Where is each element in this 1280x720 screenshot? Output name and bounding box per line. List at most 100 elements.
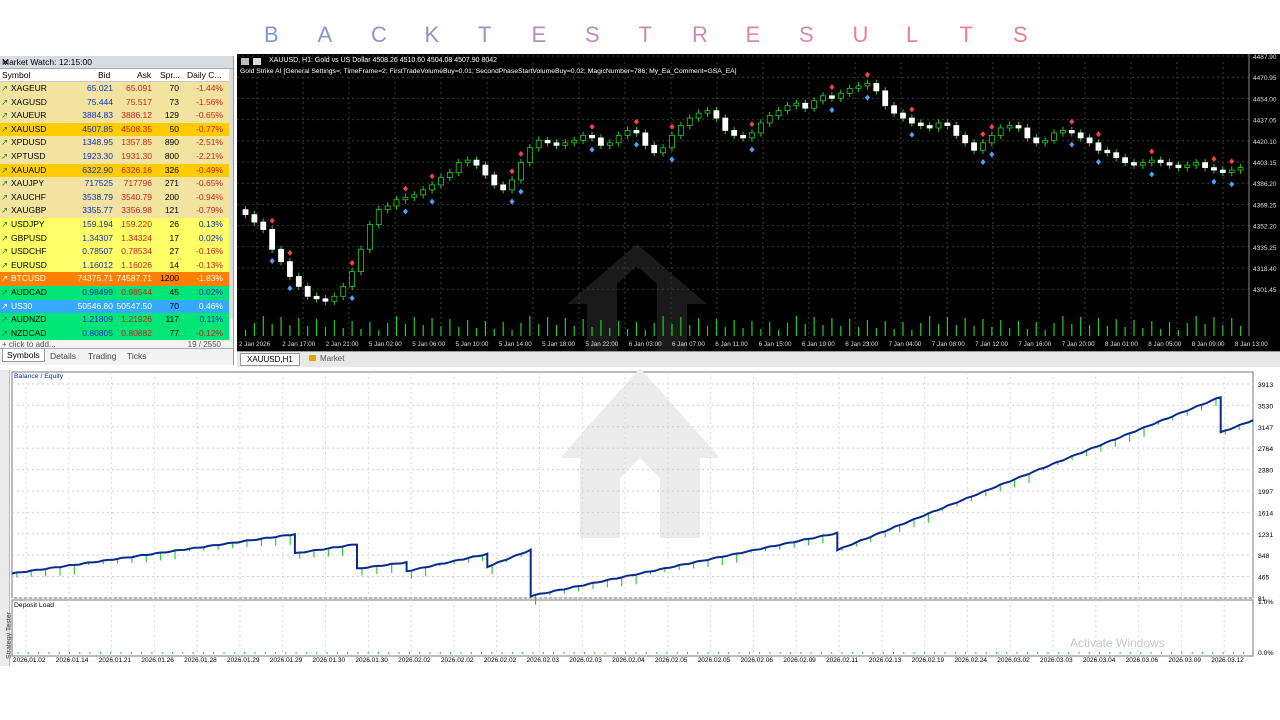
header-spread[interactable]: Spr... (160, 70, 180, 80)
trend-arrow-icon: ↗ (1, 164, 9, 175)
trend-arrow-icon: ↗ (1, 205, 9, 216)
spread: 129 (164, 110, 179, 121)
candle (793, 102, 800, 107)
tab-xauusd-h1[interactable]: XAUUSD,H1 (240, 353, 300, 366)
daily-change: -1.83% (196, 273, 223, 284)
ask-price: 75.517 (126, 96, 152, 107)
market-watch-row[interactable]: ↗ GBPUSD 1.34307 1.34324 17 0.02% (0, 231, 229, 246)
market-watch-row[interactable]: ↗ XAUCHF 3538.79 3540.79 200 -0.94% (0, 190, 229, 205)
bid-price: 65.021 (87, 83, 113, 93)
candle (624, 130, 631, 136)
header-bid[interactable]: Bid (98, 70, 110, 80)
daily-change: -0.79% (196, 205, 223, 216)
price-chart[interactable]: 4487.90 4470.95 4454.00 4437.05 4420.10 4403.… (237, 54, 1280, 351)
market-watch-row[interactable]: ↗ USDCHF 0.78507 0.78534 27 -0.16% (0, 245, 229, 259)
candle (260, 221, 267, 230)
candle (1211, 167, 1217, 171)
trend-arrow-icon: ↗ (1, 246, 9, 257)
candle (820, 95, 826, 102)
trade-marker-icon (1229, 158, 1235, 165)
candle (1113, 152, 1120, 159)
header-ask[interactable]: Ask (137, 70, 151, 80)
symbol-name: AUDNZD (11, 314, 47, 325)
candle (1024, 127, 1031, 139)
candle (269, 229, 276, 250)
market-watch-row[interactable]: ↗ XAUUSD 4507.85 4508.35 50 -0.77% (0, 122, 229, 137)
spread: 200 (164, 191, 179, 202)
symbol-name: AUDCAD (11, 287, 47, 297)
header-symbol[interactable]: Symbol (2, 70, 30, 80)
candlestick-chart[interactable]: 4487.90 4470.95 4454.00 4437.05 4420.10 4403.… (237, 54, 1280, 351)
market-watch-row[interactable]: ↗ EURUSD 1.16012 1.16026 14 -0.13% (0, 258, 229, 273)
candle (1219, 169, 1226, 173)
balance-equity-label: Balance / Equity (14, 373, 64, 380)
trade-marker-icon (1211, 155, 1217, 162)
date-axis-label: 2026.02.05 (655, 657, 688, 664)
banner-letter: L (906, 22, 919, 47)
balance-axis-label: 3530 (1258, 403, 1273, 410)
trade-marker-icon (349, 295, 355, 302)
market-watch-row[interactable]: ↗ XAGUSD 75.444 75.517 73 -1.56% (0, 95, 229, 110)
tab-details[interactable]: Details (50, 351, 76, 361)
market-watch-row[interactable]: ↗ XAUEUR 3884.83 3886.12 129 -0.65% (0, 109, 229, 123)
market-watch-row[interactable]: ↗ USDJPY 159.194 159.220 26 0.13% (0, 218, 229, 232)
market-watch-row[interactable]: ↗ XAUJPY 717525 717796 271 -0.65% (0, 177, 229, 191)
daily-change: 0.02% (198, 287, 223, 297)
candle (1131, 162, 1137, 166)
time-axis-label: 8 Jan 09:00 (1192, 341, 1225, 348)
time-axis-label: 6 Jan 23:00 (845, 341, 878, 348)
trend-arrow-icon: ↗ (1, 191, 9, 202)
symbol-name: XAGEUR (11, 83, 47, 93)
symbol-name: EURUSD (11, 259, 47, 270)
market-watch-row[interactable]: ↗ XPDUSD 1348.95 1357.85 890 -2.51% (0, 136, 229, 150)
tab-ticks[interactable]: Ticks (127, 351, 147, 361)
bid-price: 4507.85 (82, 123, 113, 134)
tester-sidebar[interactable]: Strategy Tester (0, 370, 13, 666)
market-watch-row[interactable]: ↗ AUDNZD 1.21809 1.21926 117 0.11% (0, 313, 229, 327)
candle (846, 87, 853, 94)
symbol-name: NZDCAD (11, 327, 47, 338)
ask-price: 0.98544 (121, 287, 152, 297)
market-watch-row[interactable]: ↗ AUDCAD 0.98499 0.98544 45 0.02% (0, 286, 229, 300)
candle (606, 142, 613, 146)
market-watch-row[interactable]: ↗ XAUAUD 6322.90 6326.16 326 -0.49% (0, 163, 229, 178)
market-watch-tabs: Symbols Details Trading Ticks (0, 348, 233, 363)
bid-price: 74375.71 (77, 273, 113, 284)
trend-arrow-icon: ↗ (1, 287, 9, 297)
balance-equity-chart[interactable]: 3913353031472764238019971614123184846581… (0, 368, 1280, 668)
market-watch-row[interactable]: ↗ XAGEUR 65.021 65.091 70 -1.44% (0, 82, 229, 96)
trade-marker-icon (1069, 141, 1075, 148)
header-daily-change[interactable]: Daily C... (187, 70, 221, 80)
market-watch-row[interactable]: ↗ BTCUSD 74375.71 74587.71 1200 -1.83% (0, 272, 229, 286)
date-axis-label: 2026.03.09 (1168, 657, 1201, 664)
candle (802, 102, 809, 109)
balance-axis-label: 3913 (1258, 382, 1273, 389)
candle (500, 184, 507, 191)
tester-graph[interactable]: 3913 3530 3147 2764 2380 1997 1614 1231 848 465 81… (0, 368, 1280, 668)
market-watch-row[interactable]: ↗ XAUGBP 3355.77 3356.98 121 -0.79% (0, 204, 229, 218)
trade-marker-icon (989, 123, 995, 130)
candle (917, 122, 924, 126)
ask-price: 1.21926 (121, 314, 152, 325)
market-watch-row[interactable]: ↗ NZDCAD 0.80805 0.80882 77 -0.12% (0, 326, 229, 341)
daily-change: -0.94% (196, 191, 223, 202)
spread: 70 (169, 83, 179, 93)
candle (242, 209, 249, 216)
daily-change: 0.02% (198, 232, 223, 243)
trend-arrow-icon: ↗ (1, 137, 9, 148)
date-axis-label: 2026.01.30 (355, 657, 388, 664)
tab-market[interactable]: Market (309, 354, 344, 363)
candle (784, 105, 791, 112)
tab-trading[interactable]: Trading (88, 351, 117, 361)
scrollbar[interactable] (229, 69, 233, 319)
market-watch-row[interactable]: ↗ US30 50546.80 50547.50 70 0.46% (0, 299, 229, 314)
candle (882, 90, 889, 107)
banner-letter: T (478, 22, 492, 47)
tab-symbols[interactable]: Symbols (2, 349, 45, 362)
price-axis-label: 4403.15 (1253, 160, 1277, 167)
close-icon[interactable]: ✕ (2, 57, 230, 68)
spread: 326 (164, 164, 179, 175)
chart-trading-icon (253, 58, 261, 65)
balance-axis-label: 2764 (1258, 446, 1273, 453)
market-watch-row[interactable]: ↗ XPTUSD 1923.30 1931.30 800 -2.21% (0, 150, 229, 164)
